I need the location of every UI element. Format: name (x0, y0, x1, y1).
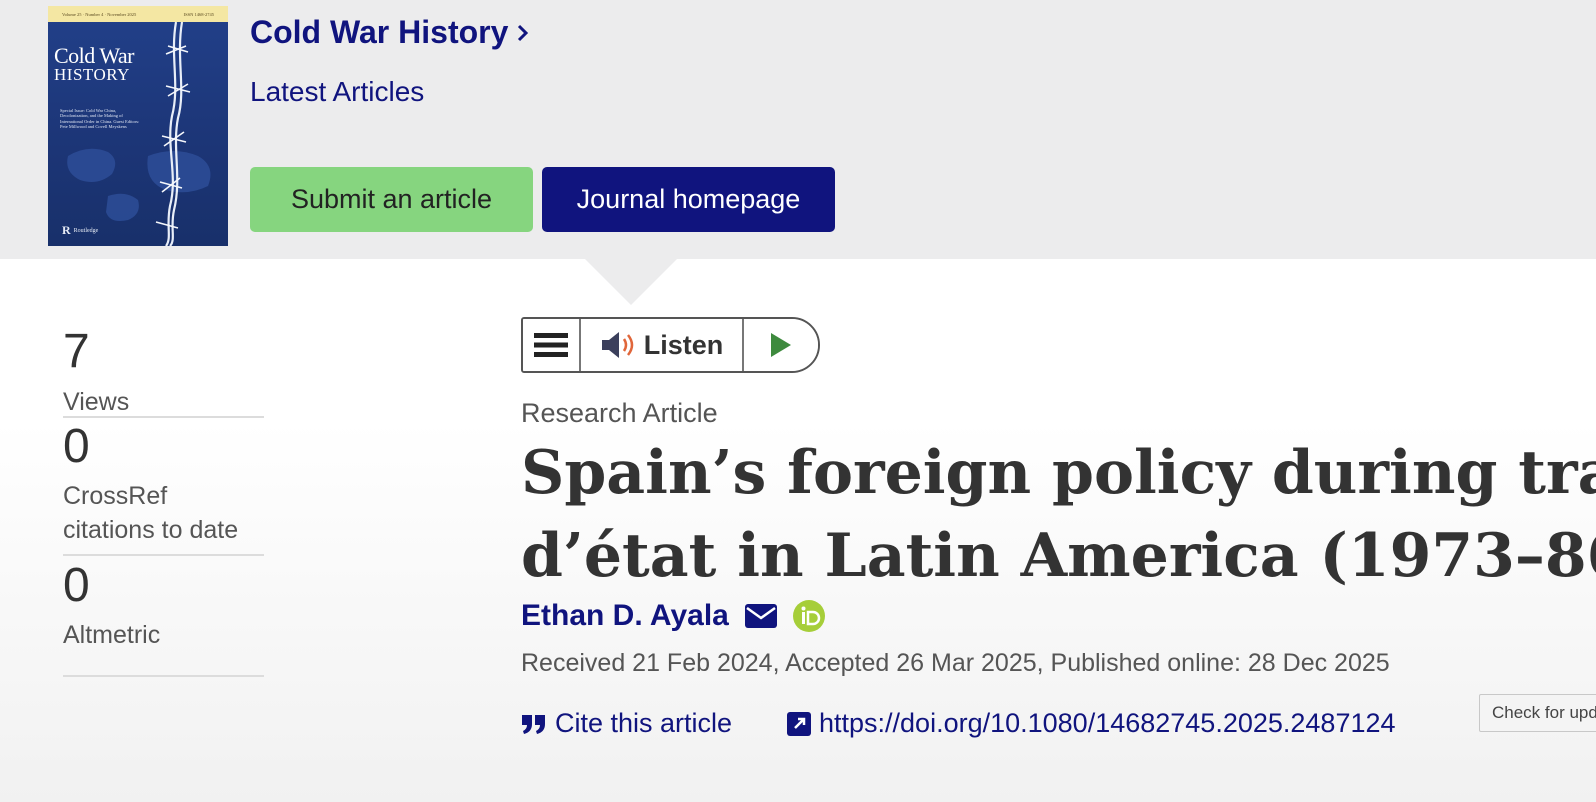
check-for-updates-button[interactable]: Check for updates (1479, 694, 1596, 732)
cover-description: Special Issue: Cold War China, Decoloniz… (60, 108, 140, 130)
external-link-icon (787, 711, 811, 736)
article-title: Spain’s foreign policy during tran d’éta… (521, 432, 1596, 598)
article-metrics: 7 Views 0 CrossRef citations to date 0 A… (63, 325, 264, 677)
metric-altmetric-label: Altmetric (63, 621, 161, 649)
play-icon (771, 333, 791, 357)
article-type: Research Article (521, 398, 718, 428)
journal-header: Volume 25 · Number 4 · November 2025 ISS… (0, 0, 1596, 259)
author-name-link[interactable]: Ethan D. Ayala (521, 599, 729, 633)
doi-url: https://doi.org/10.1080/14682745.2025.24… (819, 708, 1396, 738)
metric-views-value: 7 (63, 325, 90, 378)
cover-title: Cold War HISTORY (54, 43, 134, 84)
metric-crossref[interactable]: 0 CrossRef citations to date (63, 418, 264, 556)
publication-dates: Received 21 Feb 2024, Accepted 26 Mar 20… (521, 649, 1390, 677)
metric-views-label: Views (63, 388, 130, 416)
journal-title-text: Cold War History (250, 14, 509, 50)
listen-widget: Listen (521, 317, 820, 373)
listen-menu-button[interactable] (523, 319, 581, 371)
listen-button[interactable]: Listen (581, 319, 744, 371)
orcid-icon[interactable] (792, 600, 825, 632)
play-button[interactable] (744, 319, 818, 371)
metric-crossref-value: 0 (63, 420, 90, 473)
check-for-updates-label: Check for updates (1492, 703, 1596, 722)
article-title-line-1: Spain’s foreign policy during tran (521, 438, 1596, 508)
latest-articles-link[interactable]: Latest Articles (250, 76, 424, 108)
metric-views[interactable]: 7 Views (63, 325, 264, 418)
cover-publisher: R Routledge (62, 223, 99, 237)
header-pointer-arrow (585, 259, 677, 305)
speaker-icon (601, 332, 633, 358)
envelope-icon[interactable] (744, 604, 777, 628)
quote-icon (522, 714, 545, 734)
routledge-logo-icon: R (62, 223, 71, 237)
article-title-line-2: d’état in Latin America (1973–86) (521, 521, 1596, 591)
metric-altmetric[interactable]: 0 Altmetric (63, 556, 264, 677)
metric-crossref-label: CrossRef citations to date (63, 482, 239, 544)
hamburger-menu-icon (534, 333, 568, 357)
metric-altmetric-value: 0 (63, 559, 90, 612)
cite-article-link[interactable]: Cite this article (521, 708, 732, 739)
journal-cover-image[interactable]: Volume 25 · Number 4 · November 2025 ISS… (48, 6, 228, 246)
listen-label: Listen (643, 329, 724, 360)
cite-label: Cite this article (555, 708, 733, 738)
chevron-right-icon (518, 24, 529, 41)
doi-link[interactable]: https://doi.org/10.1080/14682745.2025.24… (787, 708, 1396, 739)
journal-homepage-button[interactable]: Journal homepage (542, 167, 835, 232)
author-row: Ethan D. Ayala (521, 599, 825, 633)
submit-article-button[interactable]: Submit an article (250, 167, 533, 232)
journal-title-link[interactable]: Cold War History (250, 14, 530, 51)
